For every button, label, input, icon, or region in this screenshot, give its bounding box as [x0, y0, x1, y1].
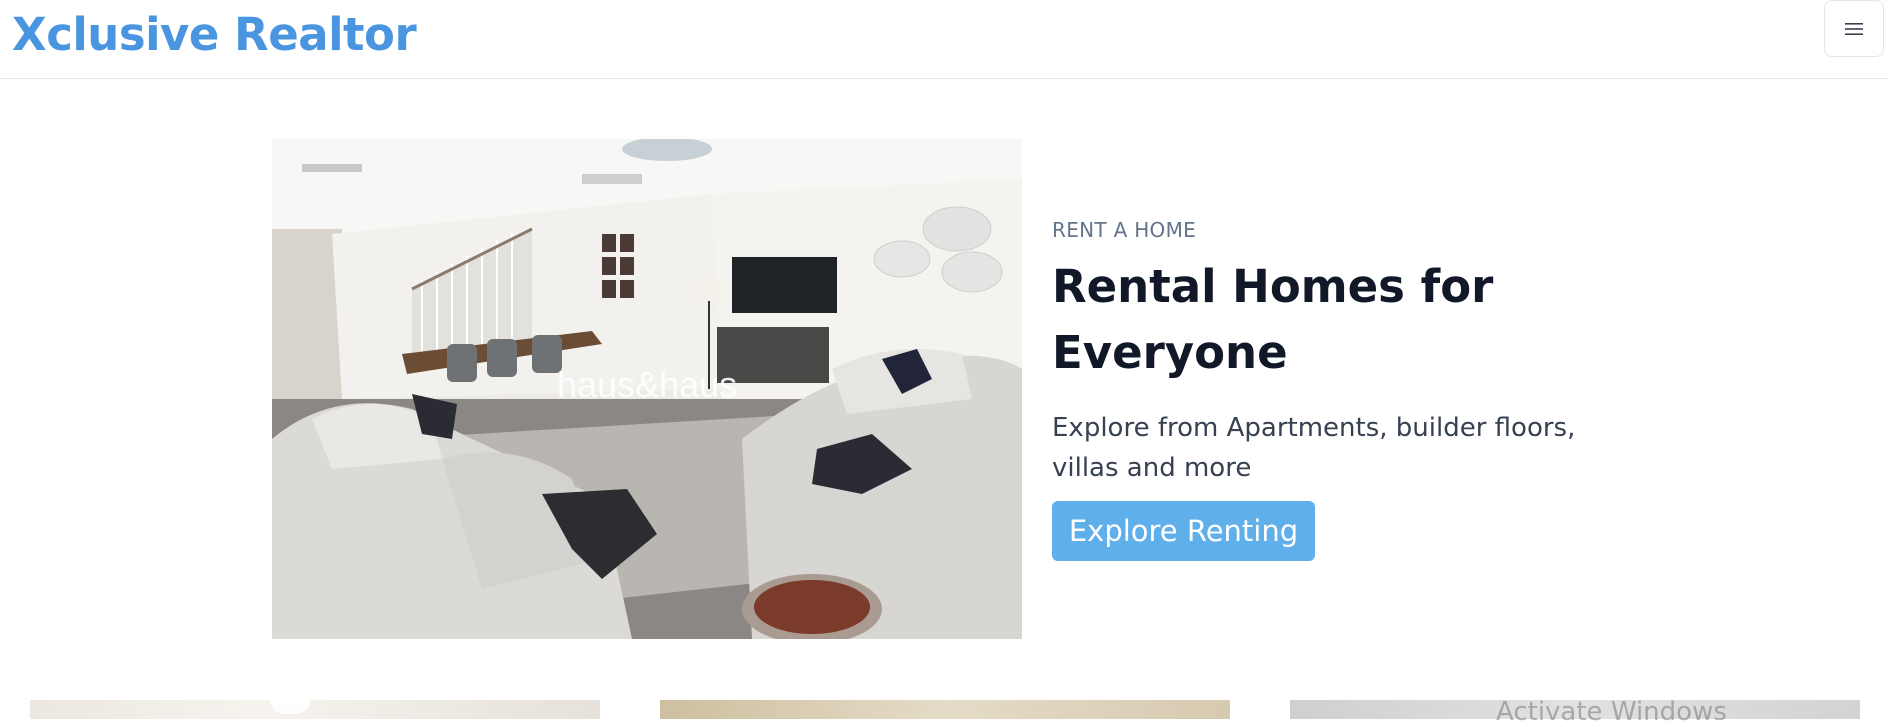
lamp-light	[270, 700, 310, 714]
explore-renting-button[interactable]: Explore Renting	[1052, 501, 1315, 561]
hero-eyebrow: RENT A HOME	[1052, 218, 1197, 242]
brand-logo[interactable]: Xclusive Realtor	[12, 8, 417, 61]
hero-title: Rental Homes for Everyone	[1052, 260, 1494, 379]
svg-text:haus&haus: haus&haus	[557, 364, 737, 405]
hamburger-icon	[1845, 22, 1863, 35]
top-navbar: Xclusive Realtor	[0, 0, 1888, 79]
property-card-image[interactable]	[660, 700, 1230, 719]
menu-toggle-button[interactable]	[1824, 0, 1884, 57]
activate-windows-watermark: Activate Windows	[1496, 697, 1727, 727]
property-card-image[interactable]	[30, 700, 600, 719]
hero-image: haus&haus	[272, 139, 1022, 639]
hero-text-block: RENT A HOME Rental Homes for Everyone Ex…	[1052, 218, 1612, 488]
hero-description: Explore from Apartments, builder floors,…	[1052, 413, 1576, 483]
